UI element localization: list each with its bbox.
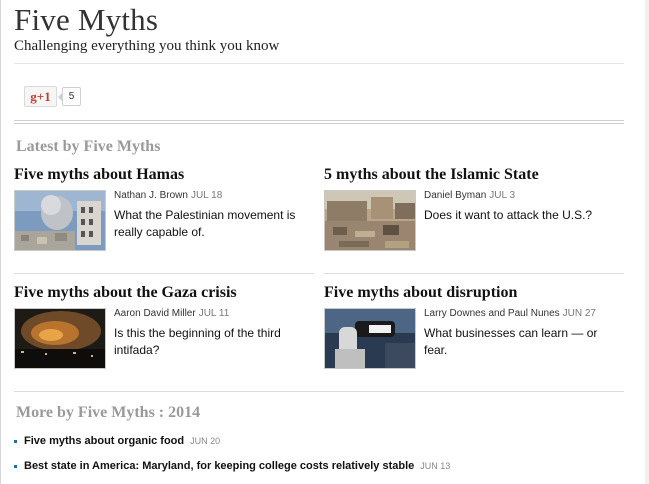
row-divider (324, 273, 624, 274)
more-list: Five myths about organic food JUN 20 Best… (14, 435, 450, 484)
story-byline: Larry Downes and Paul Nunes JUN 27 (424, 308, 596, 319)
section-divider (14, 123, 624, 124)
story-thumbnail[interactable] (14, 308, 106, 369)
story-date: JUL 18 (190, 190, 223, 201)
list-item: Five myths about organic food JUN 20 (14, 435, 450, 460)
story-summary[interactable]: Does it want to attack the U.S.? (424, 207, 616, 224)
more-item-link[interactable]: Five myths about organic food (24, 435, 184, 447)
story-title-link[interactable]: Five myths about the Gaza crisis (14, 284, 306, 302)
story-summary[interactable]: What the Palestinian movement is really … (114, 207, 306, 241)
story-title-link[interactable]: Five myths about disruption (324, 284, 616, 302)
bullet-icon (14, 440, 17, 443)
story-thumbnail[interactable] (14, 190, 106, 251)
list-item: Best state in America: Maryland, for kee… (14, 460, 450, 484)
story-card: 5 myths about the Islamic State Daniel B… (324, 166, 616, 254)
story-summary[interactable]: What businesses can learn — or fear. (424, 325, 616, 359)
more-item-date: JUN 13 (420, 461, 451, 471)
story-date: JUL 3 (489, 190, 516, 201)
section-divider (14, 120, 624, 121)
more-item-link[interactable]: Best state in America: Maryland, for kee… (24, 460, 414, 472)
scrollbar-track[interactable] (645, 0, 649, 484)
latest-section-heading: Latest by Five Myths (16, 138, 161, 155)
story-byline: Aaron David Miller JUL 11 (114, 308, 229, 319)
header-divider (14, 63, 624, 64)
story-card: Five myths about disruption Larry Downes… (324, 284, 616, 372)
page-tagline: Challenging everything you think you kno… (14, 38, 280, 54)
more-item-date: JUN 20 (190, 436, 221, 446)
story-summary[interactable]: Is this the beginning of the third intif… (114, 325, 306, 359)
gplus-button[interactable]: g+1 (24, 86, 57, 107)
story-date: JUL 11 (198, 308, 230, 319)
bullet-icon (14, 465, 17, 468)
story-author-link[interactable]: Daniel Byman (424, 190, 486, 201)
story-author-link[interactable]: Nathan J. Brown (114, 190, 188, 201)
story-byline: Nathan J. Brown JUL 18 (114, 190, 222, 201)
story-author-link[interactable]: Larry Downes and Paul Nunes (424, 308, 560, 319)
story-date: JUN 27 (562, 308, 596, 319)
story-thumbnail[interactable] (324, 308, 416, 369)
story-author-link[interactable]: Aaron David Miller (114, 308, 196, 319)
section-divider (14, 391, 624, 392)
story-card: Five myths about the Gaza crisis Aaron D… (14, 284, 306, 372)
row-divider (14, 273, 314, 274)
story-byline: Daniel Byman JUL 3 (424, 190, 515, 201)
more-section-heading: More by Five Myths : 2014 (16, 404, 201, 421)
story-title-link[interactable]: 5 myths about the Islamic State (324, 166, 616, 184)
story-thumbnail[interactable] (324, 190, 416, 251)
gplus-count-badge: 5 (58, 87, 81, 106)
story-title-link[interactable]: Five myths about Hamas (14, 166, 306, 184)
story-card: Five myths about Hamas Nathan J. Brown JU… (14, 166, 306, 254)
page-title[interactable]: Five Myths (14, 2, 158, 38)
